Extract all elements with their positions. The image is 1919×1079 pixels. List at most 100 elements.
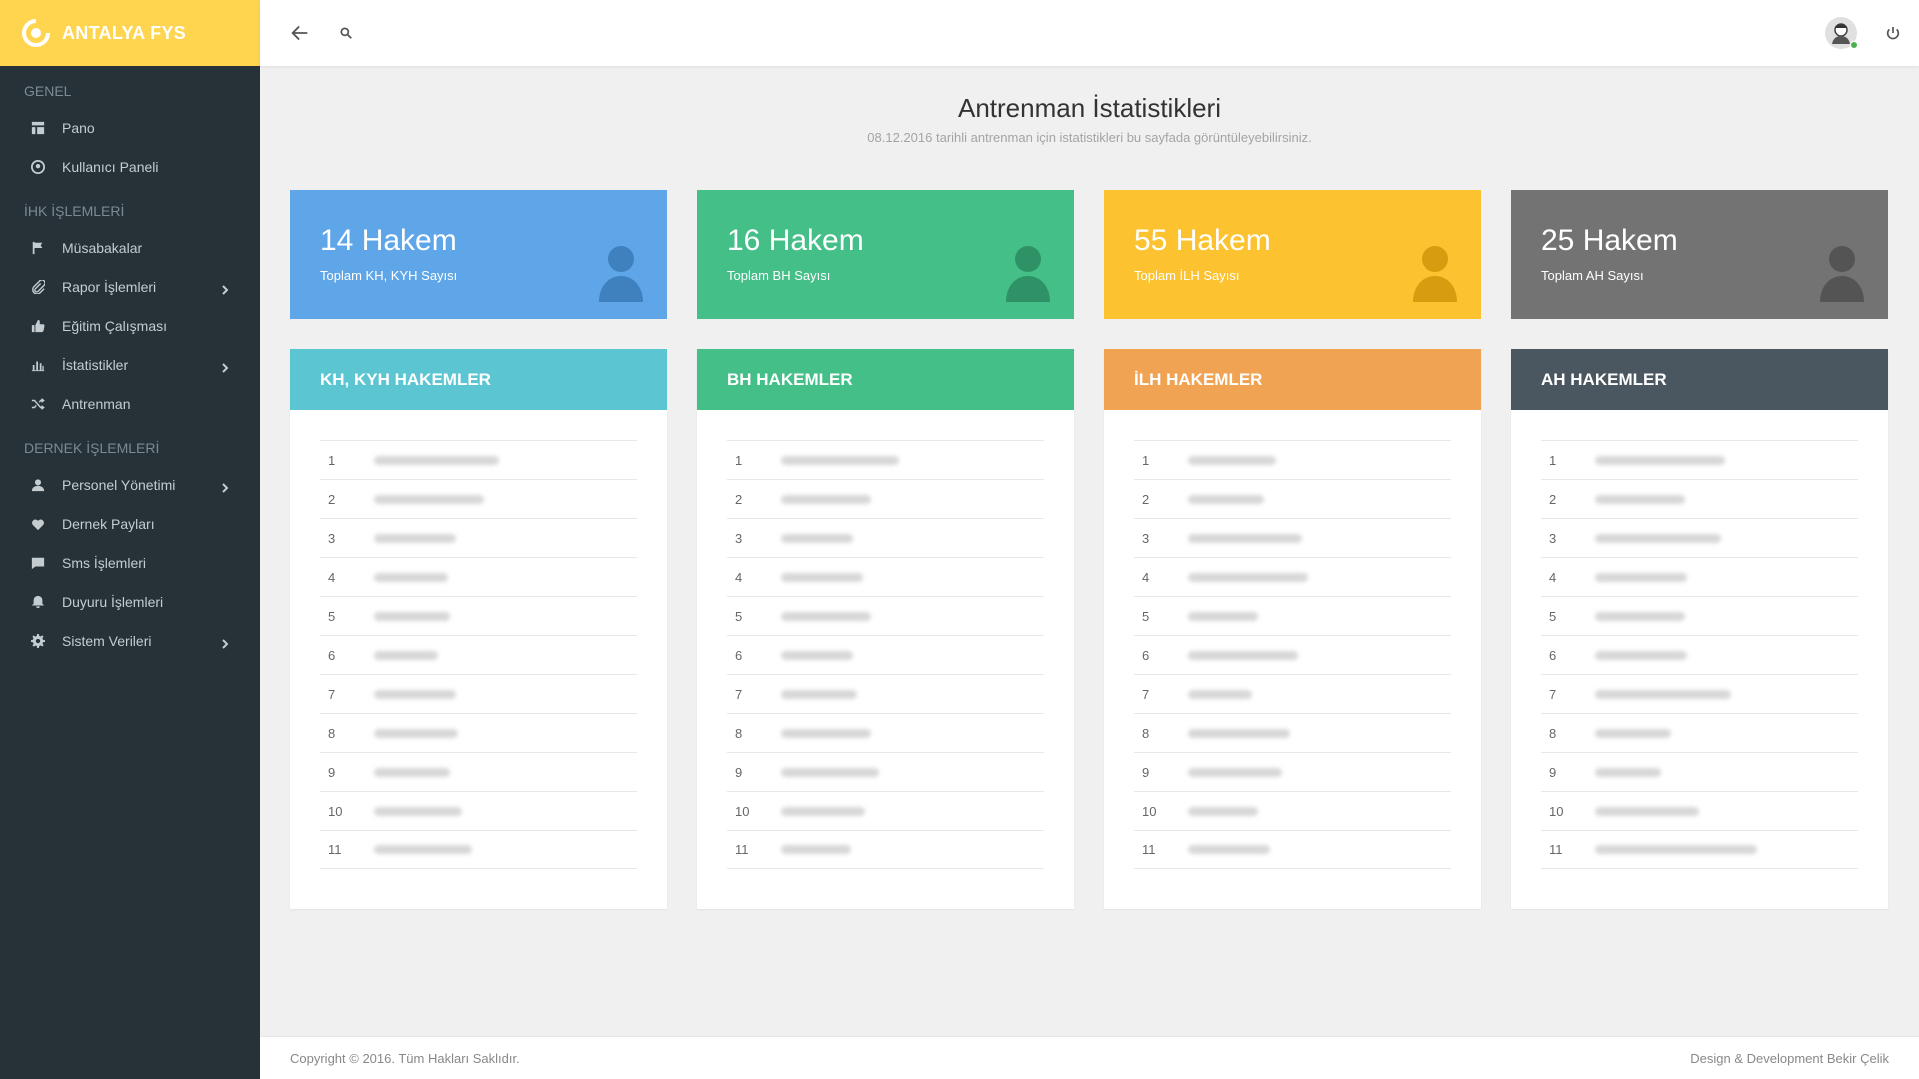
sidebar-item-dernek-paylari[interactable]: Dernek Payları bbox=[0, 504, 260, 543]
table-row[interactable]: 9 bbox=[320, 752, 637, 791]
row-index: 10 bbox=[735, 803, 750, 819]
table-row[interactable]: 1 bbox=[727, 440, 1044, 479]
table-row[interactable]: 2 bbox=[1134, 479, 1451, 518]
redacted-name bbox=[781, 728, 871, 738]
panel-title: İLH HAKEMLER bbox=[1134, 369, 1263, 389]
topbar bbox=[260, 0, 1919, 66]
stat-card: 25 Hakem Toplam AH Sayısı bbox=[1511, 190, 1888, 319]
row-index: 2 bbox=[1549, 491, 1557, 507]
table-row[interactable]: 9 bbox=[1541, 752, 1858, 791]
table-row[interactable]: 5 bbox=[727, 596, 1044, 635]
redacted-name bbox=[1595, 728, 1671, 738]
sidebar-item-personel-yonetimi[interactable]: Personel Yönetimi bbox=[0, 465, 260, 504]
brand[interactable]: ANTALYA FYS bbox=[0, 0, 260, 66]
table-row[interactable]: 4 bbox=[1134, 557, 1451, 596]
redacted-name bbox=[1188, 728, 1290, 738]
sidebar-item-label: Eğitim Çalışması bbox=[62, 317, 168, 334]
table-row[interactable]: 11 bbox=[1134, 830, 1451, 869]
sidebar-item-egitim-calismasi[interactable]: Eğitim Çalışması bbox=[0, 306, 260, 345]
power-button[interactable] bbox=[1881, 21, 1905, 45]
avatar[interactable] bbox=[1825, 17, 1858, 49]
table-row[interactable]: 8 bbox=[1541, 713, 1858, 752]
table-row[interactable]: 11 bbox=[727, 830, 1044, 869]
message-icon bbox=[30, 555, 46, 571]
panel-list: 1 2 3 4 5 6 7 8 9 10 11 bbox=[290, 410, 667, 869]
table-row[interactable]: 4 bbox=[320, 557, 637, 596]
panel-title: AH HAKEMLER bbox=[1541, 369, 1667, 389]
sidebar-item-duyuru-islemleri[interactable]: Duyuru İşlemleri bbox=[0, 582, 260, 621]
table-row[interactable]: 11 bbox=[1541, 830, 1858, 869]
search-button[interactable] bbox=[334, 21, 358, 45]
sidebar-item-sistem-verileri[interactable]: Sistem Verileri bbox=[0, 621, 260, 660]
table-row[interactable]: 8 bbox=[320, 713, 637, 752]
table-row[interactable]: 3 bbox=[1134, 518, 1451, 557]
redacted-name bbox=[781, 494, 871, 504]
table-row[interactable]: 2 bbox=[1541, 479, 1858, 518]
table-row[interactable]: 7 bbox=[1134, 674, 1451, 713]
table-row[interactable]: 7 bbox=[1541, 674, 1858, 713]
sidebar-item-musabakalar[interactable]: Müsabakalar bbox=[0, 228, 260, 267]
table-row[interactable]: 8 bbox=[1134, 713, 1451, 752]
chevron-right-icon bbox=[220, 480, 230, 493]
table-row[interactable]: 9 bbox=[727, 752, 1044, 791]
table-row[interactable]: 1 bbox=[320, 440, 637, 479]
stat-card: 14 Hakem Toplam KH, KYH Sayısı bbox=[290, 190, 667, 319]
table-row[interactable]: 2 bbox=[320, 479, 637, 518]
row-index: 4 bbox=[1142, 569, 1150, 585]
table-row[interactable]: 10 bbox=[1134, 791, 1451, 830]
table-row[interactable]: 3 bbox=[727, 518, 1044, 557]
row-index: 8 bbox=[735, 725, 743, 741]
table-row[interactable]: 9 bbox=[1134, 752, 1451, 791]
table-row[interactable]: 2 bbox=[727, 479, 1044, 518]
shuffle-icon bbox=[30, 396, 46, 412]
table-row[interactable]: 3 bbox=[1541, 518, 1858, 557]
sidebar-item-rapor-islemleri[interactable]: Rapor İşlemleri bbox=[0, 267, 260, 306]
table-row[interactable]: 10 bbox=[1541, 791, 1858, 830]
table-row[interactable]: 6 bbox=[1541, 635, 1858, 674]
sidebar-item-pano[interactable]: Pano bbox=[0, 108, 260, 147]
row-index: 4 bbox=[1549, 569, 1557, 585]
table-row[interactable]: 7 bbox=[727, 674, 1044, 713]
table-row[interactable]: 3 bbox=[320, 518, 637, 557]
sidebar-nav: GENEL Pano Kullanıcı Paneli İHK İŞLEMLERİ Mü… bbox=[0, 80, 260, 660]
table-row[interactable]: 1 bbox=[1134, 440, 1451, 479]
redacted-name bbox=[374, 689, 456, 699]
table-row[interactable]: 5 bbox=[1134, 596, 1451, 635]
row-index: 3 bbox=[1549, 530, 1557, 546]
table-row[interactable]: 4 bbox=[727, 557, 1044, 596]
table-row[interactable]: 4 bbox=[1541, 557, 1858, 596]
table-row[interactable]: 11 bbox=[320, 830, 637, 869]
redacted-name bbox=[374, 767, 450, 777]
row-index: 9 bbox=[1142, 764, 1150, 780]
logo-icon bbox=[22, 19, 50, 47]
table-row[interactable]: 10 bbox=[320, 791, 637, 830]
stat-label: Toplam AH Sayısı bbox=[1541, 268, 1644, 283]
table-row[interactable]: 10 bbox=[727, 791, 1044, 830]
panels-row: KH, KYH HAKEMLER 1 2 3 4 5 6 7 8 9 10 11 BH HAKEMLER… bbox=[290, 349, 1888, 909]
redacted-name bbox=[1188, 533, 1302, 543]
redacted-name bbox=[1188, 806, 1258, 816]
table-row[interactable]: 6 bbox=[727, 635, 1044, 674]
table-row[interactable]: 1 bbox=[1541, 440, 1858, 479]
table-row[interactable]: 6 bbox=[1134, 635, 1451, 674]
referee-panel: KH, KYH HAKEMLER 1 2 3 4 5 6 7 8 9 10 11 bbox=[290, 349, 667, 909]
redacted-name bbox=[781, 455, 899, 465]
chevron-right-icon bbox=[220, 282, 230, 295]
sidebar-item-sms-islemleri[interactable]: Sms İşlemleri bbox=[0, 543, 260, 582]
sidebar-item-antrenman[interactable]: Antrenman bbox=[0, 384, 260, 423]
back-button[interactable] bbox=[288, 21, 312, 45]
redacted-name bbox=[1188, 650, 1298, 660]
table-row[interactable]: 6 bbox=[320, 635, 637, 674]
table-row[interactable]: 5 bbox=[320, 596, 637, 635]
table-row[interactable]: 5 bbox=[1541, 596, 1858, 635]
table-row[interactable]: 7 bbox=[320, 674, 637, 713]
stat-count: 25 Hakem bbox=[1541, 224, 1678, 257]
redacted-name bbox=[1595, 572, 1687, 582]
sidebar-item-istatistikler[interactable]: İstatistikler bbox=[0, 345, 260, 384]
arrow-left-icon bbox=[291, 25, 308, 41]
bell-icon bbox=[30, 594, 46, 610]
sidebar-item-kullanici-paneli[interactable]: Kullanıcı Paneli bbox=[0, 147, 260, 186]
row-index: 7 bbox=[1549, 686, 1557, 702]
stat-count: 55 Hakem bbox=[1134, 224, 1271, 257]
table-row[interactable]: 8 bbox=[727, 713, 1044, 752]
